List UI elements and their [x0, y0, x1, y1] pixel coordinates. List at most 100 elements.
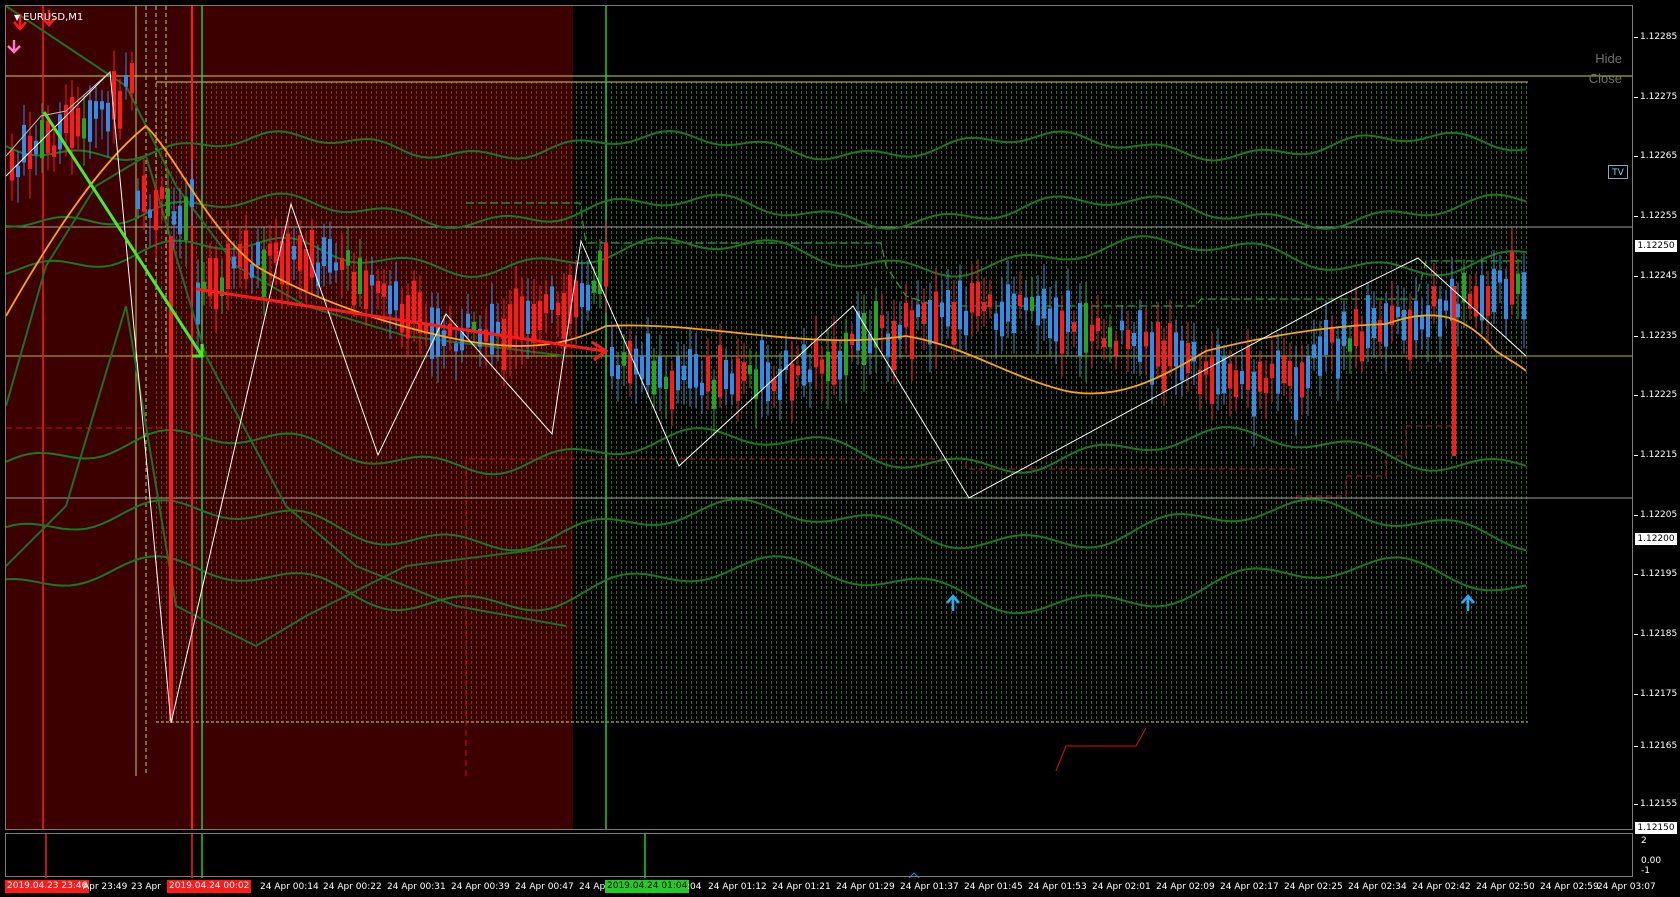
price-tick: 1.12155 [1633, 799, 1678, 809]
price-tick: 1.12225 [1633, 390, 1678, 400]
candle-body [64, 104, 68, 134]
price-marker: 1.12200 [1635, 533, 1677, 545]
candle-body [532, 303, 536, 343]
candle-body [262, 249, 266, 298]
candle-body [520, 296, 524, 339]
sub-tick: 2 [1641, 836, 1647, 846]
time-marker: 2019.04.24 01:04 [605, 880, 690, 893]
candle-body [82, 118, 86, 139]
candle-body [1222, 355, 1226, 394]
candle-body [796, 365, 800, 375]
candle-body [10, 150, 14, 181]
candle-body [106, 102, 110, 132]
candle-body [370, 274, 374, 286]
candle-body [364, 270, 368, 310]
candle-body [832, 340, 836, 385]
hide-button[interactable]: Hide [1595, 51, 1622, 66]
candle-body [1354, 309, 1358, 347]
time-tick: 24 Apr 00:31 [387, 882, 446, 892]
candle-body [1000, 301, 1004, 337]
candle-body [448, 323, 452, 336]
candle-body [874, 301, 878, 348]
candle-body [1234, 370, 1238, 398]
candle-body [304, 249, 308, 291]
candle-body [910, 310, 914, 360]
candle-body [1258, 361, 1262, 392]
candle-body [322, 237, 326, 267]
candle-body [1096, 318, 1100, 332]
candle-body [1228, 363, 1232, 389]
candle-body [250, 264, 254, 278]
candle-body [346, 250, 350, 266]
time-tick: :04 [687, 882, 702, 892]
candle-body [256, 241, 260, 266]
candle-body [148, 209, 152, 218]
range-box-dotted [573, 82, 1528, 722]
chart-window[interactable]: ▼ EURUSD,M1 Hide Close TV 1.12285 1.12275… [0, 0, 1680, 897]
time-tick: 24 Apr 02:17 [1220, 882, 1279, 892]
candle-body [1318, 336, 1322, 376]
candle-body [820, 359, 824, 374]
candle-body [1456, 303, 1460, 318]
candle-body [1504, 278, 1508, 320]
candle-body [298, 235, 302, 271]
candle-body [928, 300, 932, 345]
candle-body [676, 356, 680, 391]
candle-body [994, 313, 998, 330]
candle-body [1114, 340, 1118, 356]
close-button[interactable]: Close [1589, 71, 1622, 86]
candle-body [1336, 338, 1340, 379]
candle-body [118, 91, 122, 129]
time-tick: 23 Apr [131, 882, 161, 892]
candle-body [142, 175, 146, 212]
candle-body [340, 257, 344, 270]
candle-body [334, 262, 338, 271]
time-tick: 24 Apr 02:09 [1156, 882, 1215, 892]
candle-body [916, 304, 920, 318]
candle-body [286, 233, 290, 285]
candle-body [622, 352, 626, 366]
main-chart-pane[interactable]: ▼ EURUSD,M1 Hide Close [5, 5, 1633, 830]
range-box-dotted [156, 82, 573, 722]
candle-body [1486, 286, 1490, 316]
candle-body [892, 320, 896, 371]
candle-body [1216, 344, 1220, 395]
candle-body [232, 256, 236, 269]
candle-body [556, 302, 560, 316]
time-marker: 2019.04.23 23:46 [5, 880, 90, 893]
candle-body [100, 101, 104, 110]
price-axis[interactable]: 1.12285 1.12275 1.12265 1.12255 1.12245 … [1633, 5, 1680, 834]
symbol-title[interactable]: ▼ EURUSD,M1 [14, 12, 83, 24]
candle-body [730, 373, 734, 395]
price-chart-canvas[interactable] [6, 6, 1633, 830]
time-tick: 24 Apr 01:12 [708, 882, 767, 892]
candle-body [640, 355, 644, 380]
candle-body [1360, 331, 1364, 362]
indicator-subwindow[interactable] [5, 833, 1633, 879]
candle-body [1264, 378, 1268, 394]
candle-body [604, 242, 608, 287]
candle-body [988, 294, 992, 308]
candle-body [964, 310, 968, 336]
candle-body [238, 243, 242, 267]
candle-body [172, 211, 176, 225]
candle-body [1186, 342, 1190, 373]
price-marker: 1.12250 [1635, 240, 1677, 252]
time-tick: 24 Apr 02:59 [1540, 882, 1599, 892]
candle-body [748, 365, 752, 375]
candle-body [880, 315, 884, 328]
symbol-dropdown-icon[interactable]: ▼ [14, 13, 20, 22]
candle-body [1144, 331, 1148, 347]
candle-body [412, 280, 416, 323]
candle-body [376, 280, 380, 293]
candle-body [268, 243, 272, 256]
candle-body [808, 369, 812, 383]
candle-body [1168, 323, 1172, 367]
candle-body [814, 338, 818, 368]
candle-body [1444, 300, 1448, 311]
tv-badge[interactable]: TV [1608, 165, 1628, 179]
candle-body [466, 313, 470, 328]
price-tick: 1.12265 [1633, 151, 1678, 161]
price-tick: 1.12205 [1633, 510, 1678, 520]
time-axis[interactable]: 2019.04.23 23:46 Apr 23:49 23 Apr 2019.0… [5, 877, 1656, 897]
